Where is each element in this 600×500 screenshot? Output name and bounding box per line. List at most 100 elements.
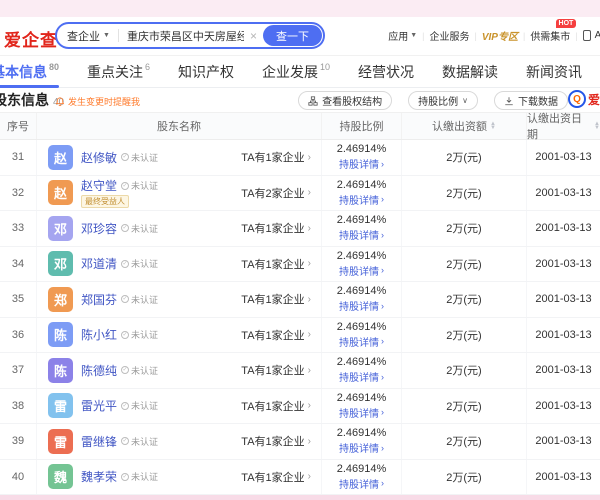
holding-ratio-value: 2.46914%	[337, 392, 387, 404]
holding-detail-label: 持股详情	[339, 298, 379, 313]
aiqicha-logo[interactable]: 爱企查	[4, 26, 58, 51]
search-button[interactable]: 查一下	[263, 25, 322, 46]
holding-detail-link[interactable]: 持股详情 ›	[339, 156, 384, 171]
nav-item-4[interactable]: AP	[583, 30, 600, 41]
verify-status: ✓ 未认证	[121, 328, 158, 341]
download-data-button[interactable]: 下载数据	[494, 91, 568, 110]
column-header-2: 持股比例	[322, 113, 402, 139]
related-companies-link[interactable]: TA有1家企业 ›	[241, 220, 311, 236]
column-label: 认缴出资日期	[527, 110, 591, 142]
row-index: 34	[0, 247, 37, 282]
shareholder-name-link[interactable]: 邓珍容	[81, 220, 117, 237]
tab-4[interactable]: 经营状况	[358, 56, 414, 87]
holding-ratio-filter-button[interactable]: 持股比例 ∨	[408, 91, 478, 110]
related-companies-link[interactable]: TA有1家企业 ›	[241, 398, 311, 414]
related-companies-link[interactable]: TA有2家企业 ›	[241, 185, 311, 201]
row-index: 38	[0, 389, 37, 424]
table-row: 35 郑 郑国芬 ✓ 未认证 TA有1家企业 › 2.46914%	[0, 282, 600, 318]
avatar: 赵	[48, 180, 73, 205]
tab-count: 80	[49, 62, 59, 72]
sort-icon[interactable]: ▲▼	[594, 122, 600, 130]
tab-label: 数据解读	[442, 62, 498, 82]
related-companies-link[interactable]: TA有1家企业 ›	[241, 256, 311, 272]
holding-ratio-value: 2.46914%	[337, 463, 387, 475]
holding-detail-label: 持股详情	[339, 476, 379, 491]
related-companies-link[interactable]: TA有1家企业 ›	[241, 433, 311, 449]
holding-detail-link[interactable]: 持股详情 ›	[339, 369, 384, 384]
aiqicha-float-widget[interactable]: Q 爱企	[568, 90, 600, 108]
related-companies-link[interactable]: TA有1家企业 ›	[241, 149, 311, 165]
holding-ratio-value: 2.46914%	[337, 285, 387, 297]
column-header-4[interactable]: 认缴出资日期▲▼	[527, 113, 600, 139]
name-block: 陈小红 ✓ 未认证	[81, 326, 158, 343]
subscribed-date-cell: 2001-03-13	[527, 211, 600, 246]
shareholder-name-link[interactable]: 邓道清	[81, 255, 117, 272]
avatar: 陈	[48, 358, 73, 383]
holding-detail-link[interactable]: 持股详情 ›	[339, 476, 384, 491]
holding-detail-label: 持股详情	[339, 405, 379, 420]
nav-item-0[interactable]: 应用▼	[388, 28, 417, 43]
related-companies-label: TA有1家企业	[241, 291, 304, 307]
shareholder-name-cell: 雷 雷光平 ✓ 未认证 TA有1家企业 ›	[37, 389, 322, 424]
search-category-dropdown[interactable]: 查企业 ▼	[67, 28, 110, 44]
verify-status: ✓ 未认证	[121, 257, 158, 270]
tab-2[interactable]: 知识产权	[178, 56, 234, 87]
tab-5[interactable]: 数据解读	[442, 56, 498, 87]
related-companies-link[interactable]: TA有1家企业 ›	[241, 291, 311, 307]
row-index: 39	[0, 424, 37, 459]
shareholder-name-link[interactable]: 雷光平	[81, 397, 117, 414]
column-header-3[interactable]: 认缴出资额▲▼	[402, 113, 527, 139]
shareholder-name-link[interactable]: 赵修敏	[81, 149, 117, 166]
name-block: 雷光平 ✓ 未认证	[81, 397, 158, 414]
shareholder-name-link[interactable]: 魏孝荣	[81, 468, 117, 485]
subscribed-amount-cell: 2万(元)	[402, 247, 527, 282]
tab-0[interactable]: 基本信息80	[0, 56, 59, 87]
shareholder-name-link[interactable]: 陈德纯	[81, 362, 117, 379]
verify-status: ✓ 未认证	[121, 179, 158, 192]
shareholder-name-link[interactable]: 陈小红	[81, 326, 117, 343]
aiqicha-q-icon: Q	[568, 90, 586, 108]
tab-label: 新闻资讯	[526, 62, 582, 82]
holding-detail-link[interactable]: 持股详情 ›	[339, 192, 384, 207]
tab-6[interactable]: 新闻资讯	[526, 56, 582, 87]
chevron-right-icon: ›	[308, 152, 311, 163]
related-companies-link[interactable]: TA有1家企业 ›	[241, 469, 311, 485]
subscribed-amount-cell: 2万(元)	[402, 140, 527, 175]
shareholder-name-link[interactable]: 雷继锋	[81, 433, 117, 450]
nav-separator: |	[422, 31, 424, 41]
holding-ratio-value: 2.46914%	[337, 143, 387, 155]
sort-icon[interactable]: ▲▼	[490, 122, 496, 130]
change-alert-link[interactable]: 发生变更时提醒我	[55, 95, 140, 108]
nav-item-3[interactable]: 供需集市HOT	[530, 28, 570, 43]
tab-1[interactable]: 重点关注6	[87, 56, 150, 87]
avatar: 郑	[48, 287, 73, 312]
shareholder-name-link[interactable]: 郑国芬	[81, 291, 117, 308]
org-chart-icon	[308, 96, 318, 106]
holding-detail-link[interactable]: 持股详情 ›	[339, 334, 384, 349]
holding-detail-label: 持股详情	[339, 192, 379, 207]
holding-detail-link[interactable]: 持股详情 ›	[339, 298, 384, 313]
search-bar[interactable]: 查企业 ▼ × 查一下	[55, 22, 325, 49]
related-companies-link[interactable]: TA有1家企业 ›	[241, 327, 311, 343]
subscribed-date-cell: 2001-03-13	[527, 247, 600, 282]
row-index: 32	[0, 176, 37, 211]
shareholder-name-link[interactable]: 赵守堂	[81, 177, 117, 194]
table-row: 34 邓 邓道清 ✓ 未认证 TA有1家企业 › 2.46914%	[0, 247, 600, 283]
table-row: 40 魏 魏孝荣 ✓ 未认证 TA有1家企业 › 2.46914%	[0, 460, 600, 496]
nav-item-1[interactable]: 企业服务	[430, 28, 470, 43]
verify-icon: ✓	[121, 331, 129, 339]
holding-detail-link[interactable]: 持股详情 ›	[339, 440, 384, 455]
holding-detail-link[interactable]: 持股详情 ›	[339, 405, 384, 420]
search-input[interactable]	[127, 30, 244, 42]
row-index: 36	[0, 318, 37, 353]
holding-detail-link[interactable]: 持股详情 ›	[339, 227, 384, 242]
related-companies-link[interactable]: TA有1家企业 ›	[241, 362, 311, 378]
holding-detail-link[interactable]: 持股详情 ›	[339, 263, 384, 278]
clear-icon[interactable]: ×	[250, 29, 257, 43]
chevron-right-icon: ›	[381, 478, 384, 488]
tab-3[interactable]: 企业发展10	[262, 56, 330, 87]
view-equity-structure-button[interactable]: 查看股权结构	[298, 91, 392, 110]
header: 爱企查 查企业 ▼ × 查一下 应用▼|企业服务|VIP专区|供需集市HOT|A…	[0, 17, 600, 55]
nav-item-2[interactable]: VIP专区	[482, 28, 518, 43]
shareholder-name-cell: 赵 赵修敏 ✓ 未认证 TA有1家企业 ›	[37, 140, 322, 175]
